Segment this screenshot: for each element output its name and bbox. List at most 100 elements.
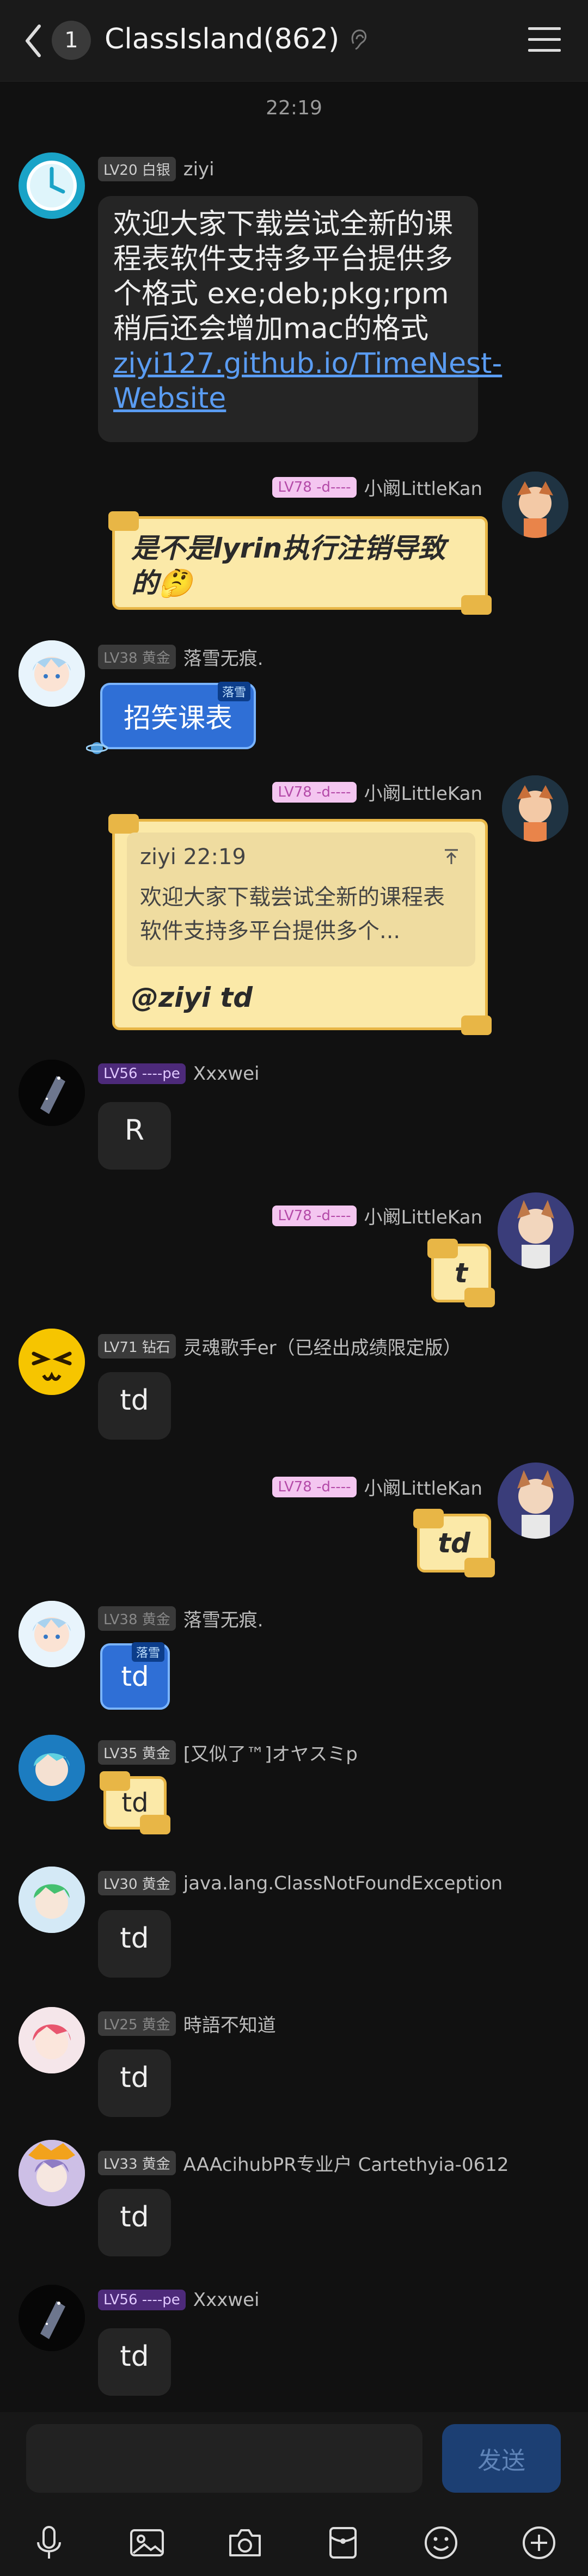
sender-name[interactable]: 小阚LittleKan [364, 779, 483, 805]
bubble-tag: 落雪 [131, 1642, 164, 1662]
message-bubble[interactable]: td [98, 2049, 171, 2117]
send-button[interactable]: 发送 [442, 2424, 561, 2493]
sender-meta: LV71 钻石 灵魂歌手er（已经出成绩限定版） [98, 1333, 462, 1360]
message-bubble[interactable]: 是不是lyrin执行注销导致的🤔 [108, 511, 492, 615]
sender-name[interactable]: [又似了™]オヤスミp [183, 1739, 358, 1766]
level-badge: LV56 ----pe [98, 1063, 186, 1084]
composer-bar: 发送 [0, 2412, 588, 2576]
message-bubble[interactable]: td [98, 1910, 171, 1978]
avatar[interactable] [502, 472, 568, 538]
sender-meta: LV20 白银 ziyi [98, 157, 215, 181]
level-badge: LV25 黄金 [98, 2011, 176, 2036]
sender-name[interactable]: Xxxwei [193, 1063, 260, 1085]
level-badge: LV38 黄金 [98, 1606, 176, 1631]
avatar[interactable] [19, 1735, 85, 1801]
message-text: 是不是lyrin执行注销导致的🤔 [131, 533, 446, 599]
message-text: td [121, 1661, 149, 1692]
sender-name[interactable]: 小阚LittleKan [364, 1473, 483, 1500]
message-bubble[interactable]: td [98, 2328, 171, 2396]
message-link[interactable]: ziyi127.github.io/TimeNest-Website [113, 347, 502, 415]
avatar[interactable] [19, 1060, 85, 1126]
message-bubble[interactable]: td [98, 1372, 171, 1440]
unread-count-badge[interactable]: 1 [52, 21, 91, 60]
message-text: td [120, 1922, 149, 1955]
sender-name[interactable]: 落雪无痕. [183, 644, 264, 670]
jump-up-icon[interactable] [442, 847, 461, 866]
sender-name[interactable]: 落雪无痕. [183, 1605, 264, 1632]
sender-name[interactable]: 時語不知道 [183, 2010, 276, 2037]
message-text: t [455, 1257, 468, 1289]
message-bubble[interactable]: t [427, 1239, 495, 1307]
image-icon[interactable] [128, 2524, 166, 2562]
avatar[interactable] [498, 1192, 574, 1269]
sender-name[interactable]: 小阚LittleKan [364, 1202, 483, 1229]
level-badge: LV56 ----pe [98, 2290, 186, 2310]
message-text: td [438, 1527, 470, 1559]
message-text: R [124, 1114, 145, 1147]
level-badge: LV35 黄金 [98, 1740, 176, 1765]
avatar[interactable] [19, 152, 85, 219]
avatar[interactable] [19, 1601, 85, 1667]
level-badge: LV20 白银 [98, 157, 176, 181]
sender-name[interactable]: 小阚LittleKan [364, 474, 483, 500]
message-text: td [120, 2201, 149, 2234]
avatar[interactable] [498, 1463, 574, 1539]
avatar[interactable] [19, 2140, 85, 2206]
message-bubble[interactable]: td [100, 1771, 170, 1834]
microphone-icon[interactable] [30, 2524, 68, 2562]
camera-icon[interactable] [226, 2524, 264, 2562]
planet-icon [86, 742, 108, 754]
message-text: 欢迎大家下载尝试全新的课程表软件支持多平台提供多个格式 exe;deb;pkg;… [113, 208, 454, 345]
sender-meta: LV78 -d---- 小阚LittleKan [272, 1202, 482, 1229]
chat-title[interactable]: ClassIsland(862) [105, 23, 369, 56]
menu-icon[interactable] [528, 27, 561, 54]
sender-name[interactable]: ziyi [183, 158, 215, 180]
sender-name[interactable]: AAAcihubPR专业户 Cartethyia-0612 [183, 2150, 509, 2176]
message-timestamp: 22:19 [266, 97, 322, 119]
sender-meta: LV25 黄金 時語不知道 [98, 2010, 276, 2037]
sender-name[interactable]: Xxxwei [193, 2289, 260, 2311]
quoted-message[interactable]: ziyi 22:19 欢迎大家下载尝试全新的课程表软件支持多平台提供多个... [127, 833, 475, 966]
level-badge: LV30 黄金 [98, 1871, 176, 1895]
red-packet-icon[interactable] [324, 2524, 362, 2562]
message-text: td [121, 1788, 149, 1818]
chat-title-text: ClassIsland(862) [105, 23, 340, 56]
level-badge: LV78 -d---- [272, 1205, 357, 1226]
message-bubble[interactable]: td [413, 1509, 495, 1577]
sender-name[interactable]: java.lang.ClassNotFoundException [183, 1873, 503, 1894]
avatar[interactable] [19, 1329, 85, 1395]
avatar[interactable] [19, 640, 85, 707]
avatar[interactable] [19, 1867, 85, 1933]
message-text: 招笑课表 [124, 702, 232, 734]
message-bubble[interactable]: 落雪 招笑课表 [100, 682, 256, 749]
message-text: td [120, 2340, 149, 2373]
message-bubble[interactable]: R [98, 1102, 171, 1170]
message-bubble[interactable]: ziyi 22:19 欢迎大家下载尝试全新的课程表软件支持多平台提供多个... … [108, 814, 492, 1035]
emoji-icon[interactable] [422, 2524, 460, 2562]
level-badge: LV38 黄金 [98, 645, 176, 669]
avatar[interactable] [19, 2285, 85, 2351]
message-text: td [120, 1384, 149, 1417]
sender-meta: LV35 黄金 [又似了™]オヤスミp [98, 1739, 358, 1766]
avatar[interactable] [19, 2007, 85, 2073]
sender-meta: LV78 -d---- 小阚LittleKan [272, 779, 482, 805]
plus-icon[interactable] [520, 2524, 558, 2562]
composer-toolbar [0, 2516, 588, 2570]
level-badge: LV78 -d---- [272, 1476, 357, 1497]
message-bubble[interactable]: td [98, 2189, 171, 2256]
message-bubble[interactable]: 欢迎大家下载尝试全新的课程表软件支持多平台提供多个格式 exe;deb;pkg;… [98, 196, 502, 442]
top-bar: 1 ClassIsland(862) [0, 0, 588, 82]
avatar[interactable] [502, 775, 568, 842]
sender-meta: LV78 -d---- 小阚LittleKan [272, 1473, 482, 1500]
quote-header: ziyi 22:19 [140, 845, 246, 870]
sender-meta: LV38 黄金 落雪无痕. [98, 644, 264, 670]
message-text: td [120, 2061, 149, 2094]
message-bubble[interactable]: 落雪 td [100, 1642, 170, 1710]
back-icon[interactable] [22, 22, 44, 60]
message-input[interactable] [26, 2424, 422, 2493]
bubble-tag: 落雪 [217, 682, 250, 701]
quote-text: 欢迎大家下载尝试全新的课程表软件支持多平台提供多个... [140, 885, 445, 944]
sender-meta: LV33 黄金 AAAcihubPR专业户 Cartethyia-0612 [98, 2150, 509, 2176]
sender-name[interactable]: 灵魂歌手er（已经出成绩限定版） [183, 1333, 462, 1360]
level-badge: LV33 黄金 [98, 2151, 176, 2175]
